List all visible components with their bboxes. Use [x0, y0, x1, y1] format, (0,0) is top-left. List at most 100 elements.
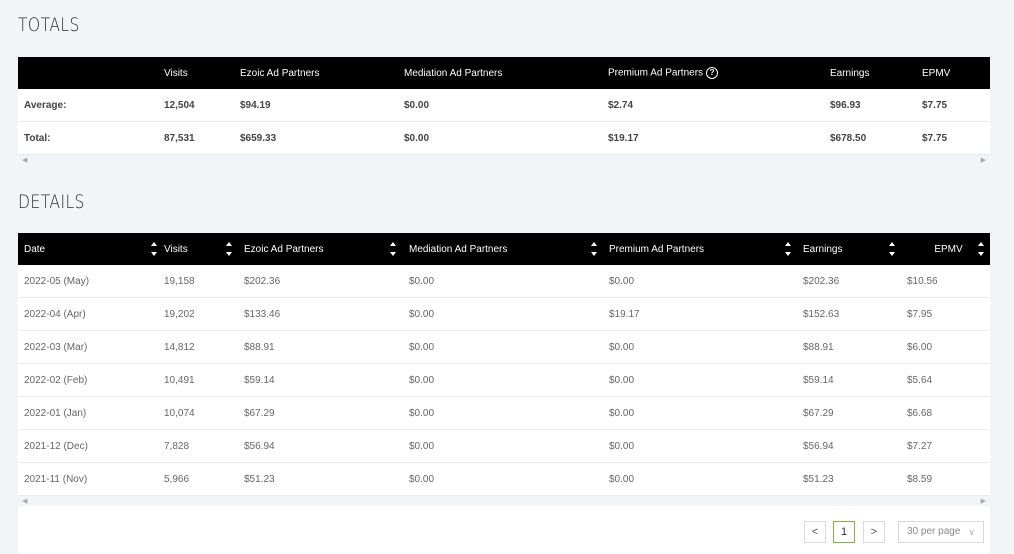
- chevron-down-icon: ∨: [968, 527, 975, 537]
- table-cell: 2022-02 (Feb): [18, 363, 164, 397]
- table-row: 2022-05 (May) 19,158 $202.36 $0.00 $0.00…: [18, 265, 990, 298]
- sort-icon[interactable]: [978, 242, 984, 256]
- totals-header-epmv: EPMV: [922, 67, 951, 79]
- table-cell: $0.00: [409, 396, 609, 430]
- column-header-label: Earnings: [803, 243, 843, 255]
- column-header-epmv[interactable]: EPMV: [907, 233, 990, 265]
- table-cell: $67.29: [803, 396, 907, 430]
- column-header-premium[interactable]: Premium Ad Partners: [609, 233, 803, 265]
- totals-cell: $678.50: [830, 121, 922, 155]
- table-cell: 10,491: [164, 363, 244, 397]
- table-cell: $88.91: [803, 330, 907, 364]
- table-cell: $0.00: [609, 363, 803, 397]
- scroll-left-icon[interactable]: ◀: [22, 497, 27, 505]
- scroll-right-icon[interactable]: ▶: [981, 497, 986, 505]
- totals-table: Visits Ezoic Ad Partners Mediation Ad Pa…: [18, 57, 990, 155]
- table-cell: 2022-05 (May): [18, 265, 164, 298]
- scroll-right-icon[interactable]: ▶: [981, 156, 986, 164]
- table-cell: $0.00: [409, 363, 609, 397]
- table-cell: $59.14: [244, 363, 409, 397]
- totals-cell: $96.93: [830, 89, 922, 122]
- totals-cell: $659.33: [240, 121, 404, 155]
- column-header-label: Date: [24, 243, 46, 255]
- table-cell: 19,202: [164, 297, 244, 331]
- column-header-ezoic[interactable]: Ezoic Ad Partners: [244, 233, 409, 265]
- column-header-visits[interactable]: Visits: [164, 233, 244, 265]
- table-cell: 2021-11 (Nov): [18, 462, 164, 496]
- table-cell: $56.94: [244, 429, 409, 463]
- table-cell: 2021-12 (Dec): [18, 429, 164, 463]
- table-cell: $0.00: [409, 429, 609, 463]
- table-cell: $202.36: [803, 265, 907, 298]
- table-cell: $5.64: [907, 363, 990, 397]
- table-cell: $0.00: [609, 265, 803, 298]
- totals-header-earnings: Earnings: [830, 67, 870, 79]
- table-cell: $133.46: [244, 297, 409, 331]
- column-header-earnings[interactable]: Earnings: [803, 233, 907, 265]
- scroll-left-icon[interactable]: ◀: [22, 156, 27, 164]
- totals-header-premium-label: Premium Ad Partners: [608, 67, 704, 79]
- sort-icon[interactable]: [591, 242, 597, 256]
- help-icon[interactable]: ?: [706, 67, 719, 79]
- column-header-label: Visits: [164, 243, 188, 255]
- table-cell: 2022-03 (Mar): [18, 330, 164, 364]
- table-cell: $202.36: [244, 265, 409, 298]
- table-cell: 2022-01 (Jan): [18, 396, 164, 430]
- prev-page-button[interactable]: <: [804, 521, 826, 543]
- details-table-wrapper: Date Visits Ezoic Ad Partners Mediation …: [18, 233, 990, 506]
- totals-cell: Average:: [18, 89, 164, 122]
- table-cell: 19,158: [164, 265, 244, 298]
- totals-cell: 87,531: [164, 121, 240, 155]
- table-cell: $88.91: [244, 330, 409, 364]
- details-title: DETAILS: [18, 191, 85, 213]
- totals-row-total: Total: 87,531 $659.33 $0.00 $19.17 $678.…: [18, 121, 990, 155]
- table-cell: $8.59: [907, 462, 990, 496]
- totals-header-row: Visits Ezoic Ad Partners Mediation Ad Pa…: [18, 57, 990, 89]
- column-header-mediation[interactable]: Mediation Ad Partners: [409, 233, 609, 265]
- pagination-bar: < 1 > 30 per page ∨: [18, 506, 990, 554]
- page-number-button[interactable]: 1: [833, 521, 855, 543]
- totals-cell: $2.74: [608, 89, 830, 122]
- per-page-select[interactable]: 30 per page ∨: [898, 521, 984, 543]
- table-cell: $51.23: [244, 462, 409, 496]
- table-cell: $0.00: [409, 330, 609, 364]
- table-cell: $6.00: [907, 330, 990, 364]
- table-cell: $0.00: [609, 462, 803, 496]
- table-row: 2022-01 (Jan) 10,074 $67.29 $0.00 $0.00 …: [18, 396, 990, 430]
- table-row: 2022-03 (Mar) 14,812 $88.91 $0.00 $0.00 …: [18, 330, 990, 364]
- table-cell: $6.68: [907, 396, 990, 430]
- details-horizontal-scrollbar[interactable]: ◀ ▶: [18, 496, 990, 506]
- table-cell: 5,966: [164, 462, 244, 496]
- table-cell: 7,828: [164, 429, 244, 463]
- column-header-date[interactable]: Date: [18, 233, 164, 265]
- table-cell: $0.00: [409, 462, 609, 496]
- table-cell: $56.94: [803, 429, 907, 463]
- table-cell: $67.29: [244, 396, 409, 430]
- column-header-label: EPMV: [934, 243, 963, 255]
- table-cell: $152.63: [803, 297, 907, 331]
- totals-header-label: [18, 57, 164, 89]
- totals-cell: Total:: [18, 121, 164, 155]
- totals-horizontal-scrollbar[interactable]: ◀ ▶: [18, 155, 990, 165]
- next-page-button[interactable]: >: [863, 521, 885, 543]
- sort-icon[interactable]: [151, 242, 157, 256]
- totals-header-visits: Visits: [164, 67, 188, 79]
- table-cell: $59.14: [803, 363, 907, 397]
- column-header-label: Mediation Ad Partners: [409, 243, 508, 255]
- per-page-label: 30 per page: [907, 526, 961, 537]
- column-header-label: Premium Ad Partners: [609, 243, 705, 255]
- column-header-label: Ezoic Ad Partners: [244, 243, 324, 255]
- table-row: 2022-04 (Apr) 19,202 $133.46 $0.00 $19.1…: [18, 297, 990, 331]
- sort-icon[interactable]: [226, 242, 232, 256]
- details-header-row: Date Visits Ezoic Ad Partners Mediation …: [18, 233, 990, 265]
- table-cell: $0.00: [409, 265, 609, 298]
- totals-header-premium: Premium Ad Partners?: [608, 57, 830, 89]
- sort-icon[interactable]: [889, 242, 895, 256]
- totals-header-ezoic: Ezoic Ad Partners: [240, 67, 320, 79]
- table-cell: $10.56: [907, 265, 990, 298]
- totals-title: TOTALS: [18, 14, 80, 36]
- sort-icon[interactable]: [390, 242, 396, 256]
- sort-icon[interactable]: [785, 242, 791, 256]
- table-row: 2021-12 (Dec) 7,828 $56.94 $0.00 $0.00 $…: [18, 429, 990, 463]
- table-cell: 14,812: [164, 330, 244, 364]
